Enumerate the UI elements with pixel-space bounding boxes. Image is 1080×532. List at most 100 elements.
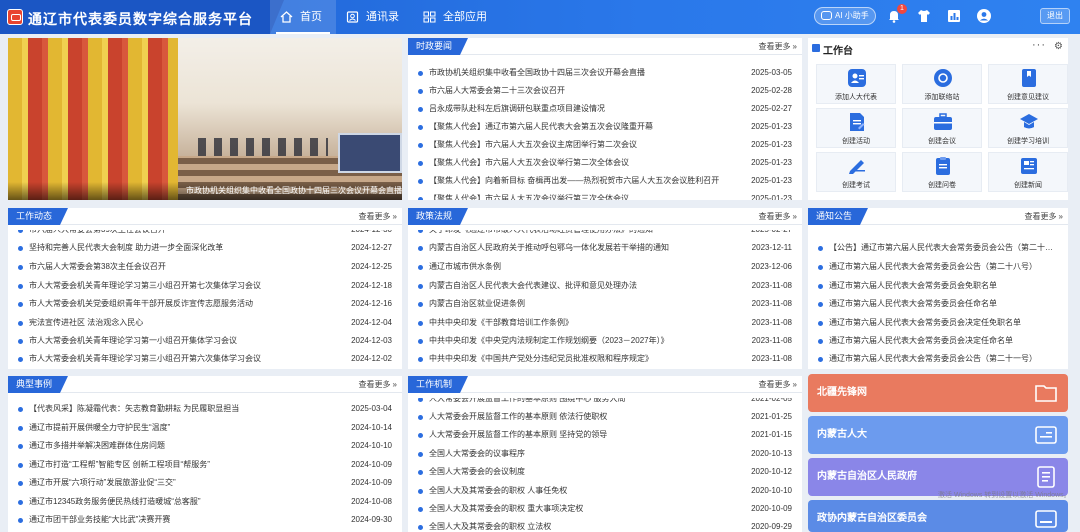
wb-training[interactable]: 创建学习培训 — [988, 108, 1068, 148]
photo-screen — [338, 133, 402, 173]
news-item[interactable]: 市政协机关组织集中收看全国政协十四届三次会议开幕会直播 2025-03-05 — [408, 64, 802, 82]
case-item-date: 2024-10-09 — [351, 460, 392, 469]
case-item[interactable]: 通辽市打造“工程帮”智能专区 创新工程项目“帮服务” 2024-10-09 — [8, 456, 402, 474]
work-item-title: 宪法宣传进社区 法治观念入民心 — [29, 318, 144, 327]
mechanism-item[interactable]: 人大常委会开展监督工作的基本原则 依法行使职权 2021-01-25 — [408, 408, 802, 426]
quick-link-label: 内蒙古自治区人民政府 — [817, 471, 917, 482]
news-item-title: 【聚焦人代会】市六届人大五次会议举行第三次全体会议 — [429, 194, 629, 200]
shirt-icon[interactable] — [916, 8, 932, 24]
notice-item[interactable]: 【公告】通辽市第六届人民代表大会常务委员会公告（第二十二号） — [808, 239, 1068, 257]
case-item[interactable]: 【代表风采】陈凝霜代表：矢志教育勤耕耘 为民履职显担当 2025-03-04 — [8, 400, 402, 418]
work-item[interactable]: 市六届人大常委会第38次主任会议召开 2024-12-25 — [8, 258, 402, 276]
user-avatar-icon[interactable] — [976, 8, 992, 24]
nav-contacts[interactable]: 通讯录 — [336, 0, 413, 34]
notice-item[interactable]: 通辽市第六届人民代表大会常务委员会免职名单 — [808, 277, 1068, 295]
wb-news[interactable]: 创建新闻 — [988, 152, 1068, 192]
gear-icon[interactable]: ⚙ — [1054, 41, 1063, 52]
mechanism-item[interactable]: 全国人大及其常委会的职权 立法权 2020-09-29 — [408, 518, 802, 532]
wb-exam[interactable]: 创建考试 — [816, 152, 896, 192]
case-item-date: 2025-03-04 — [351, 404, 392, 413]
wb-questionnaire[interactable]: 创建问卷 — [902, 152, 982, 192]
work-item[interactable]: 市人大常委会机关青年理论学习第三小组召开第六次集体学习会议 2024-12-02 — [8, 350, 402, 368]
wb-label: 创建考试 — [842, 182, 870, 189]
ai-assistant-button[interactable]: AI 小助手 — [814, 7, 876, 25]
notice-item[interactable]: 通辽市第六届人民代表大会常务委员会公告（第二十八号） — [808, 258, 1068, 276]
mechanism-item[interactable]: 人大常委会开展监督工作的基本原则 坚持党的领导 2021-01-15 — [408, 426, 802, 444]
link-beijiang-pioneer[interactable]: 北疆先锋网 — [808, 374, 1068, 412]
news-item-title: 【聚焦人代会】通辽市第六届人民代表大会第五次会议隆重开幕 — [429, 122, 653, 131]
work-item[interactable]: 市人大常委会机关党委组织青年干部开展反诈宣传志愿服务活动 2024-12-16 — [8, 295, 402, 313]
work-item[interactable]: 宪法宣传进社区 法治观念入民心 2024-12-04 — [8, 314, 402, 332]
case-item[interactable]: 通辽市12345政务服务便民热线打造暖城“总客服” 2024-10-08 — [8, 493, 402, 511]
case-item[interactable]: 通辽市开展“六项行动”发展旅游业促“三交” 2024-10-09 — [8, 474, 402, 492]
work-item[interactable]: 市人大常委会机关青年理论学习第三小组召开第七次集体学习会议 2024-12-18 — [8, 277, 402, 295]
wb-suggestion[interactable]: 创建意见建议 — [988, 64, 1068, 104]
mechanism-item[interactable]: 全国人大及其常委会的职权 重大事项决定权 2020-10-09 — [408, 500, 802, 518]
mechanism-panel: 工作机制 查看更多 人大常委会开展监督工作的基本原则 围绕中心 服务大局2021… — [408, 376, 802, 532]
news-item[interactable]: 【聚焦人代会】向着新目标 奋楫再出发——热烈祝贺市六届人大五次会议胜利召开 202… — [408, 172, 802, 190]
policy-item[interactable]: 中共中央印发《中央党内法规制定工作规划纲要（2023－2027年）》 2023-1… — [408, 332, 802, 350]
policy-item[interactable]: 关于印发《通辽市市级人大代表活动经费管理使用办法》的通知2025-02-27 — [408, 221, 802, 239]
scroll-clip — [408, 393, 802, 398]
news-item-title: 市六届人大常委会第二十三次会议召开 — [429, 86, 565, 95]
nav-all-apps[interactable]: 全部应用 — [413, 0, 501, 34]
news-more-link[interactable]: 查看更多 — [759, 41, 797, 52]
notice-more-link[interactable]: 查看更多 — [1025, 211, 1063, 222]
workbench-cube-icon — [812, 44, 820, 52]
add-station-icon — [933, 68, 953, 88]
scroll-clip — [8, 225, 402, 230]
policy-item[interactable]: 通辽市城市供水条例 2023-12-06 — [408, 258, 802, 276]
logout-button[interactable]: 退出 — [1040, 8, 1070, 24]
nav-home[interactable]: 首页 — [270, 0, 336, 34]
mechanism-item[interactable]: 全国人大常委会的议事程序 2020-10-13 — [408, 445, 802, 463]
notification-bell-icon[interactable]: 1 — [886, 4, 907, 24]
notice-item[interactable]: 通辽市第六届人民代表大会常务委员会决定任免职名单 — [808, 314, 1068, 332]
case-item-date: 2024-10-08 — [351, 497, 392, 506]
policy-item[interactable]: 内蒙古自治区人民代表大会代表建议、批评和意见处理办法 2023-11-08 — [408, 277, 802, 295]
work-item[interactable]: 市六届人大常委会第39次主任会议召开2024-12-30 — [8, 221, 402, 239]
top-header: 通辽市代表委员数字综合服务平台 首页 通讯录 全部应用 AI 小助手 1 退出 — [0, 0, 1080, 34]
mechanism-item[interactable]: 全国人大常委会的会议制度 2020-10-12 — [408, 463, 802, 481]
news-item[interactable]: 【聚焦人代会】市六届人大五次会议举行第三次全体会议 2025-01-23 — [408, 190, 802, 200]
case-item-title: 通辽市开展“六项行动”发展旅游业促“三交” — [29, 478, 176, 487]
mechanism-item-title: 人大常委会开展监督工作的基本原则 依法行使职权 — [429, 412, 608, 421]
case-item[interactable]: 通辽市团干部业务技能“大比武”决赛开赛 2024-09-30 — [8, 511, 402, 529]
wb-add-station[interactable]: 添加联络站 — [902, 64, 982, 104]
link-nmg-cppcc[interactable]: 政协内蒙古自治区委员会 — [808, 500, 1068, 532]
work-item[interactable]: 市人大常委会机关青年理论学习第一小组召开集体学习会议 2024-12-03 — [8, 332, 402, 350]
policy-item[interactable]: 中共中央印发《中国共产党处分违纪党员批准权限和程序规定》 2023-11-08 — [408, 350, 802, 368]
workbench-panel: 工作台 ··· ⚙ 添加人大代表 添加联络站 创建意见建议 创建活动 创建会议 … — [808, 38, 1068, 200]
wb-meeting[interactable]: 创建会议 — [902, 108, 982, 148]
work-item[interactable]: 坚持和完善人民代表大会制度 助力进一步全面深化改革 2024-12-27 — [8, 239, 402, 257]
news-item[interactable]: 【聚焦人代会】市六届人大五次会议主席团举行第二次会议 2025-01-23 — [408, 136, 802, 154]
case-item[interactable]: 通辽市多措并举解决困难群体住房问题 2024-10-10 — [8, 437, 402, 455]
wb-add-delegate[interactable]: 添加人大代表 — [816, 64, 896, 104]
news-item[interactable]: 吕永成带队赴科左后旗调研包联重点项目建设情况 2025-02-27 — [408, 100, 802, 118]
mechanism-more-link[interactable]: 查看更多 — [759, 379, 797, 390]
statistics-icon[interactable] — [946, 8, 962, 24]
mechanism-item[interactable]: 全国人大及其常委会的职权 人事任免权 2020-10-10 — [408, 482, 802, 500]
news-carousel-image[interactable]: 市政协机关组织集中收看全国政协十四届三次会议开幕会直播 — [8, 38, 402, 200]
case-item-date: 2024-10-14 — [351, 423, 392, 432]
wb-activity[interactable]: 创建活动 — [816, 108, 896, 148]
news-item[interactable]: 市六届人大常委会第二十三次会议召开 2025-02-28 — [408, 82, 802, 100]
nav-contacts-label: 通讯录 — [366, 11, 399, 23]
more-options-icon[interactable]: ··· — [1032, 39, 1046, 51]
app-logo-icon — [7, 9, 23, 25]
news-item[interactable]: 【聚焦人代会】通辽市第六届人民代表大会第五次会议隆重开幕 2025-01-23 — [408, 118, 802, 136]
policy-item[interactable]: 内蒙古自治区就业促进条例 2023-11-08 — [408, 295, 802, 313]
notice-item[interactable]: 通辽市第六届人民代表大会常务委员会决定任命名单 — [808, 332, 1068, 350]
news-item-title: 【聚焦人代会】市六届人大五次会议举行第二次全体会议 — [429, 158, 629, 167]
cases-more-link[interactable]: 查看更多 — [359, 379, 397, 390]
link-nmg-npc[interactable]: 内蒙古人大 — [808, 416, 1068, 454]
notice-item[interactable]: 通辽市第六届人民代表大会常务委员会任命名单 — [808, 295, 1068, 313]
policy-item-title: 关于印发《通辽市市级人大代表活动经费管理使用办法》的通知 — [429, 221, 802, 239]
work-item-title: 市六届人大常委会第39次主任会议召开 — [29, 221, 402, 239]
case-item[interactable]: 通辽市提前开展供暖全力守护民生“温度” 2024-10-14 — [8, 419, 402, 437]
policy-item[interactable]: 中共中央印发《干部教育培训工作条例》 2023-11-08 — [408, 314, 802, 332]
news-item-date: 2025-02-27 — [751, 104, 792, 113]
wb-label: 创建学习培训 — [1007, 138, 1049, 145]
policy-item[interactable]: 内蒙古自治区人民政府关于推动呼包鄂乌一体化发展若干举措的通知 2023-12-11 — [408, 239, 802, 257]
news-item[interactable]: 【聚焦人代会】市六届人大五次会议举行第二次全体会议 2025-01-23 — [408, 154, 802, 172]
notice-item[interactable]: 通辽市第六届人民代表大会常务委员会公告（第二十一号） — [808, 350, 1068, 368]
